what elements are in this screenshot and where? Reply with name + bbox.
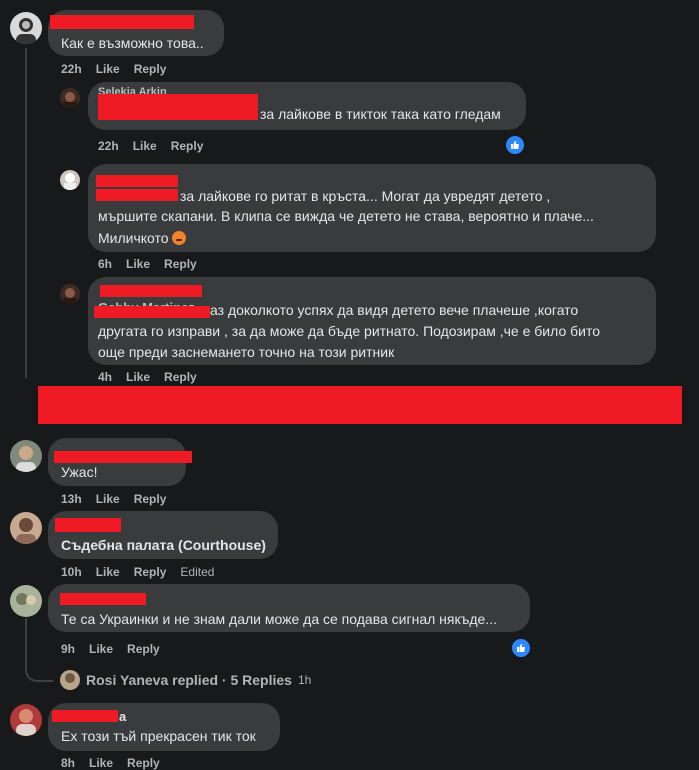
redaction-bar xyxy=(60,593,146,605)
thread-curve xyxy=(25,660,53,682)
replies-time: 1h xyxy=(297,673,312,687)
avatar[interactable] xyxy=(10,704,42,736)
comment-actions: 13h Like Reply xyxy=(61,492,166,506)
reply-link[interactable]: Reply xyxy=(164,257,197,271)
thread-line xyxy=(25,48,27,378)
comment-text: Ех този тъй прекрасен тик ток xyxy=(61,728,256,744)
comment-actions: 9h Like Reply xyxy=(61,642,160,656)
comment-text-end: Миличкото xyxy=(98,230,169,246)
comment-actions: 8h Like Reply xyxy=(61,756,160,770)
avatar[interactable] xyxy=(60,284,80,304)
comment-text: аз доколкото успях да видя детето вече п… xyxy=(210,302,579,318)
comment-text: Те са Украинки и не знам дали може да се… xyxy=(61,611,497,627)
avatar[interactable] xyxy=(10,512,42,544)
like-link[interactable]: Like xyxy=(96,565,120,579)
comment-time[interactable]: 22h xyxy=(98,139,119,153)
redaction-bar xyxy=(94,306,210,318)
comment-time[interactable]: 13h xyxy=(61,492,82,506)
comment-text: Миличкото xyxy=(98,228,187,248)
comment-text: още преди заснемането точно на този ритн… xyxy=(98,344,395,360)
comment-text: Как е възможно това.. xyxy=(61,35,204,51)
comment-text: Ужас! xyxy=(61,464,98,480)
reply-link[interactable]: Reply xyxy=(134,62,167,76)
like-reaction-icon[interactable] xyxy=(510,637,532,659)
commenter-name[interactable]: a xyxy=(119,709,126,724)
comment-time[interactable]: 4h xyxy=(98,370,112,384)
redaction-bar xyxy=(52,710,118,722)
like-link[interactable]: Like xyxy=(96,62,120,76)
like-link[interactable]: Like xyxy=(89,756,113,770)
like-link[interactable]: Like xyxy=(126,257,150,271)
like-link[interactable]: Like xyxy=(89,642,113,656)
reply-link[interactable]: Reply xyxy=(127,642,160,656)
avatar[interactable] xyxy=(10,440,42,472)
redaction-bar xyxy=(55,518,121,532)
comment-text: Съдебна палата (Courthouse) xyxy=(61,537,266,553)
reply-link[interactable]: Reply xyxy=(171,139,204,153)
like-reaction-icon[interactable] xyxy=(504,134,526,156)
comment-time[interactable]: 9h xyxy=(61,642,75,656)
reply-link[interactable]: Reply xyxy=(164,370,197,384)
like-link[interactable]: Like xyxy=(96,492,120,506)
like-link[interactable]: Like xyxy=(133,139,157,153)
redaction-bar xyxy=(96,189,178,201)
avatar xyxy=(60,670,80,690)
comment-actions: 22h Like Reply xyxy=(98,139,203,153)
comment-text: другата го изправи , за да може да бъде … xyxy=(98,323,600,339)
comment-actions: 10h Like Reply Edited xyxy=(61,565,214,579)
comment-actions: 4h Like Reply xyxy=(98,370,197,384)
avatar[interactable] xyxy=(10,12,42,44)
redaction-bar xyxy=(100,285,202,297)
like-link[interactable]: Like xyxy=(126,370,150,384)
avatar[interactable] xyxy=(60,88,80,108)
reply-link[interactable]: Reply xyxy=(127,756,160,770)
redaction-bar xyxy=(50,15,194,29)
avatar[interactable] xyxy=(10,585,42,617)
comment-time[interactable]: 22h xyxy=(61,62,82,76)
avatar[interactable] xyxy=(60,170,80,190)
redaction-bar xyxy=(96,175,178,187)
comment-text: за лайкове в тикток така като гледам xyxy=(260,106,501,122)
comment-text: мършите скапани. В клипа се вижда че дет… xyxy=(98,208,594,224)
comment-time[interactable]: 10h xyxy=(61,565,82,579)
edited-label: Edited xyxy=(180,565,215,579)
replies-summary-text: Rosi Yaneva replied · 5 Replies xyxy=(86,672,292,688)
angry-emoji-icon xyxy=(172,231,187,245)
reply-link[interactable]: Reply xyxy=(134,492,167,506)
redaction-bar xyxy=(98,94,258,120)
comment-actions: 6h Like Reply xyxy=(98,257,197,271)
comment-actions: 22h Like Reply xyxy=(61,62,166,76)
comment-time[interactable]: 6h xyxy=(98,257,112,271)
view-replies-link[interactable]: Rosi Yaneva replied · 5 Replies 1h xyxy=(60,670,311,690)
redaction-bar xyxy=(38,386,682,424)
comment-text: за лайкове го ритат в кръста... Могат да… xyxy=(180,188,551,204)
reply-link[interactable]: Reply xyxy=(134,565,167,579)
comment-time[interactable]: 8h xyxy=(61,756,75,770)
